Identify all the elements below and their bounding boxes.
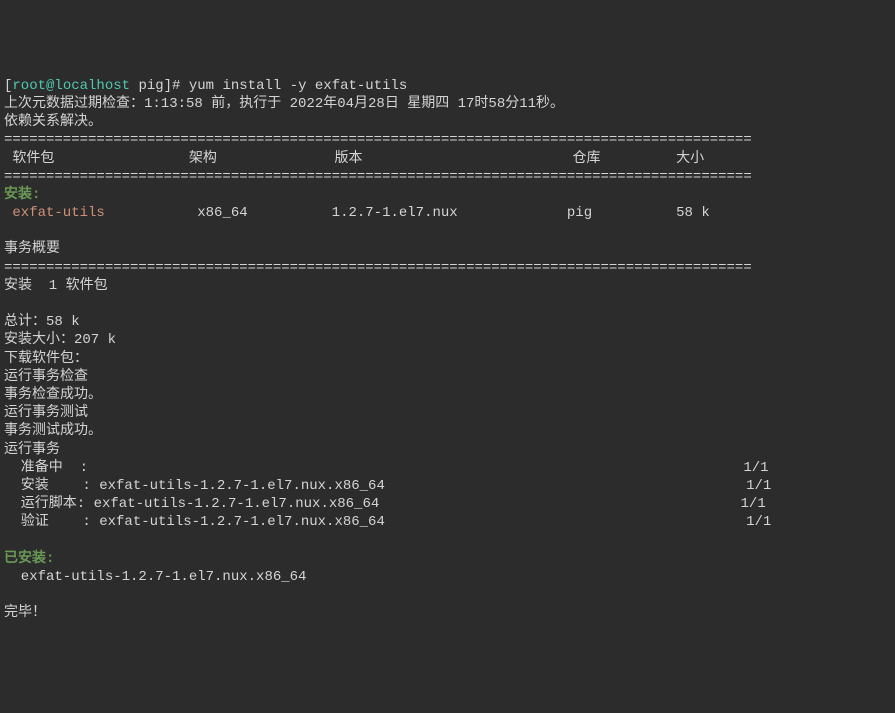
verify-label: 验证 : exfat-utils-1.2.7-1.el7.nux.x86_64 [4, 514, 385, 530]
pkg-details: x86_64 1.2.7-1.el7.nux pig 58 k [105, 205, 710, 221]
run-check-line: 运行事务检查 [4, 369, 88, 385]
bracket-close: ]# [164, 78, 181, 94]
prepare-label: 准备中 : [4, 460, 88, 476]
script-label: 运行脚本: exfat-utils-1.2.7-1.el7.nux.x86_64 [4, 496, 379, 512]
prepare-count: 1/1 [88, 460, 769, 476]
total-line: 总计：58 k [4, 314, 80, 330]
installing-section: 安装: [4, 187, 40, 203]
installed-section: 已安装: [4, 551, 54, 567]
run-tx-line: 运行事务 [4, 442, 60, 458]
scriptlet-row: 运行脚本: exfat-utils-1.2.7-1.el7.nux.x86_64… [4, 496, 766, 512]
user-host: root@localhost [12, 78, 130, 94]
deps-line: 依赖关系解决。 [4, 114, 102, 130]
done-line: 完毕！ [4, 605, 46, 621]
test-success-line: 事务测试成功。 [4, 423, 102, 439]
cwd: pig [138, 78, 163, 94]
tx-summary-line: 事务概要 [4, 241, 60, 257]
script-count: 1/1 [379, 496, 765, 512]
install-size-line: 安装大小：207 k [4, 332, 116, 348]
prepare-row: 准备中 : 1/1 [4, 460, 769, 476]
pkg-row: exfat-utils x86_64 1.2.7-1.el7.nux pig 5… [4, 205, 710, 221]
header-line: 软件包 架构 版本 仓库 大小 [4, 151, 704, 167]
pkg-name: exfat-utils [4, 205, 105, 221]
prompt-line: [root@localhost pig]# yum install -y exf… [4, 78, 407, 94]
separator-line: ========================================… [4, 169, 752, 185]
terminal-output: [root@localhost pig]# yum install -y exf… [4, 77, 891, 623]
check-success-line: 事务检查成功。 [4, 387, 102, 403]
install-count: 1/1 [385, 478, 771, 494]
run-test-line: 运行事务测试 [4, 405, 88, 421]
install-count-line: 安装 1 软件包 [4, 278, 108, 294]
metadata-line: 上次元数据过期检查：1:13:58 前，执行于 2022年04月28日 星期四 … [4, 96, 564, 112]
command-text[interactable]: yum install -y exfat-utils [180, 78, 407, 94]
install-label: 安装 : exfat-utils-1.2.7-1.el7.nux.x86_64 [4, 478, 385, 494]
install-row: 安装 : exfat-utils-1.2.7-1.el7.nux.x86_64 … [4, 478, 771, 494]
verify-row: 验证 : exfat-utils-1.2.7-1.el7.nux.x86_64 … [4, 514, 771, 530]
separator-line: ========================================… [4, 260, 752, 276]
installed-pkg-line: exfat-utils-1.2.7-1.el7.nux.x86_64 [4, 569, 306, 585]
downloading-line: 下载软件包： [4, 351, 88, 367]
verify-count: 1/1 [385, 514, 771, 530]
separator-line: ========================================… [4, 132, 752, 148]
